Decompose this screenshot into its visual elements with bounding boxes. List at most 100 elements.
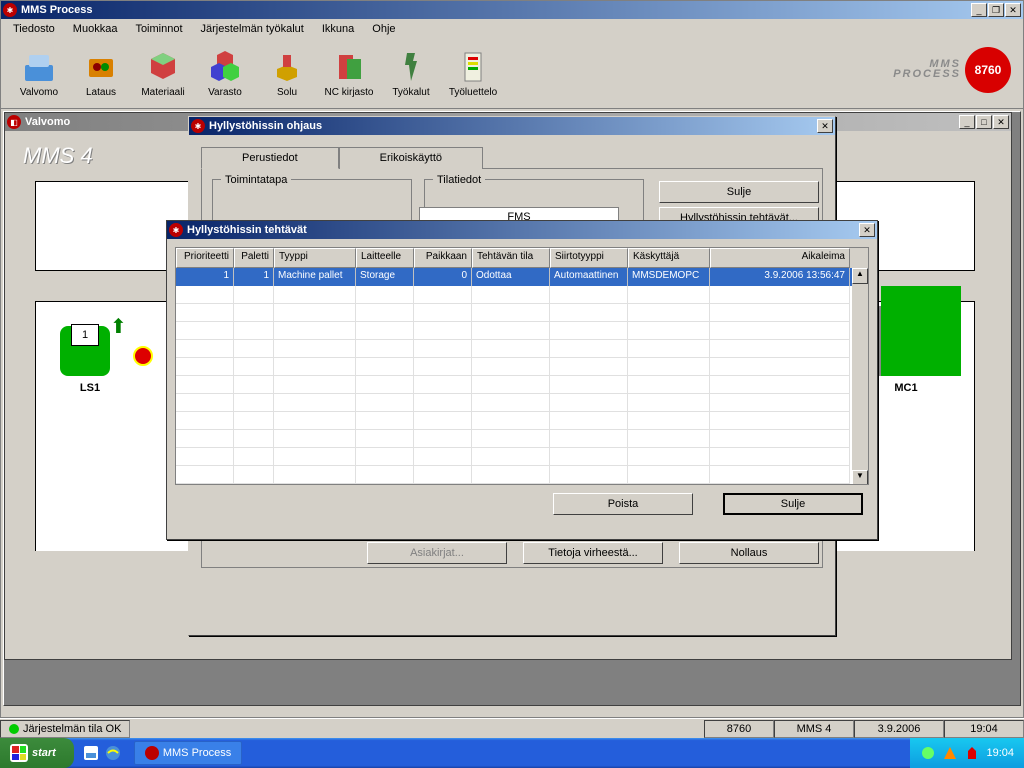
start-label: start bbox=[32, 747, 56, 759]
ohjaus-close[interactable]: ✕ bbox=[817, 119, 833, 133]
grid-scrollbar[interactable]: ▲ ▼ bbox=[852, 268, 868, 485]
task-app-icon bbox=[145, 746, 159, 760]
cell-paikkaan: 0 bbox=[414, 268, 472, 286]
valvomo-icon: ◧ bbox=[7, 115, 21, 129]
tietoja-button[interactable]: Tietoja virheestä... bbox=[523, 542, 663, 564]
col-prioriteetti[interactable]: Prioriteetti bbox=[176, 248, 234, 268]
app-icon: ✱ bbox=[3, 3, 17, 17]
status-date: 3.9.2006 bbox=[854, 720, 944, 738]
estop-icon bbox=[133, 346, 153, 366]
ohjaus-icon: ✱ bbox=[191, 119, 205, 133]
cell-tyyppi: Machine pallet bbox=[274, 268, 356, 286]
arrow-up-icon: ⬆ bbox=[110, 314, 127, 339]
menu-muokkaa[interactable]: Muokkaa bbox=[65, 21, 126, 37]
start-button[interactable]: start bbox=[0, 738, 74, 768]
status-mms: MMS 4 bbox=[774, 720, 854, 738]
ls1-number: 1 bbox=[71, 324, 99, 346]
brand-line2: PROCESS bbox=[893, 70, 961, 80]
status-text: Järjestelmän tila OK bbox=[23, 723, 121, 735]
tehtavat-icon: ✱ bbox=[169, 223, 183, 237]
tehtavat-title: Hyllystöhissin tehtävät bbox=[187, 224, 859, 236]
show-desktop-icon[interactable] bbox=[82, 744, 100, 762]
ohjaus-title: Hyllystöhissin ohjaus bbox=[209, 120, 817, 132]
task-app-label: MMS Process bbox=[163, 747, 231, 759]
col-paletti[interactable]: Paletti bbox=[234, 248, 274, 268]
toolbar-tyoluettelo[interactable]: Työluettelo bbox=[443, 43, 503, 105]
taskbar-app-button[interactable]: MMS Process bbox=[134, 741, 242, 765]
cell-kaskyttaja: MMSDEMOPC bbox=[628, 268, 710, 286]
mdi-area: ◧ Valvomo _ □ ✕ MMS 4 1 LS1 ⬆ bbox=[3, 111, 1021, 706]
tray-clock: 19:04 bbox=[986, 747, 1014, 759]
app-title-bar: ✱ MMS Process _ ❐ ✕ bbox=[1, 1, 1023, 19]
toolbar: Valvomo Lataus Materiaali Varasto Solu N… bbox=[1, 39, 1023, 109]
app-window: ✱ MMS Process _ ❐ ✕ Tiedosto Muokkaa Toi… bbox=[0, 0, 1024, 718]
tray-icon-3[interactable] bbox=[964, 745, 980, 761]
col-siirtotyyppi[interactable]: Siirtotyyppi bbox=[550, 248, 628, 268]
tab-erikoiskaytto[interactable]: Erikoiskäyttö bbox=[339, 147, 483, 169]
menu-toiminnot[interactable]: Toiminnot bbox=[127, 21, 190, 37]
ls1-label: LS1 bbox=[80, 382, 100, 394]
tab-perustiedot[interactable]: Perustiedot bbox=[201, 147, 339, 169]
machine-mc1[interactable]: MC1 bbox=[881, 306, 951, 394]
scroll-up-icon[interactable]: ▲ bbox=[852, 268, 868, 284]
asiakirjat-button[interactable]: Asiakirjat... bbox=[367, 542, 507, 564]
quick-launch bbox=[82, 744, 122, 762]
brand-logo: 8760 bbox=[965, 47, 1011, 93]
toolbar-lataus[interactable]: Lataus bbox=[71, 43, 131, 105]
grid-row-selected[interactable]: 1 1 Machine pallet Storage 0 Odottaa Aut… bbox=[176, 268, 868, 286]
col-laitteelle[interactable]: Laitteelle bbox=[356, 248, 414, 268]
status-bar: Järjestelmän tila OK 8760 MMS 4 3.9.2006… bbox=[0, 718, 1024, 738]
col-aikaleima[interactable]: Aikaleima bbox=[710, 248, 850, 268]
grid-header: Prioriteetti Paletti Tyyppi Laitteelle P… bbox=[176, 248, 868, 268]
toolbar-tyokalut[interactable]: Työkalut bbox=[381, 43, 441, 105]
tehtavat-title-bar: ✱ Hyllystöhissin tehtävät ✕ bbox=[167, 221, 877, 239]
cell-prioriteetti: 1 bbox=[176, 268, 234, 286]
minimize-button[interactable]: _ bbox=[971, 3, 987, 17]
nollaus-button[interactable]: Nollaus bbox=[679, 542, 819, 564]
tray-icon-1[interactable] bbox=[920, 745, 936, 761]
menu-ikkuna[interactable]: Ikkuna bbox=[314, 21, 362, 37]
menu-jarjestelman-tyokalut[interactable]: Järjestelmän työkalut bbox=[193, 21, 312, 37]
menu-tiedosto[interactable]: Tiedosto bbox=[5, 21, 63, 37]
app-title: MMS Process bbox=[21, 4, 971, 16]
tehtavat-window: ✱ Hyllystöhissin tehtävät ✕ Prioriteetti… bbox=[166, 220, 878, 540]
tehtavat-sulje-button[interactable]: Sulje bbox=[723, 493, 863, 515]
col-paikkaan[interactable]: Paikkaan bbox=[414, 248, 472, 268]
tasks-grid[interactable]: Prioriteetti Paletti Tyyppi Laitteelle P… bbox=[175, 247, 869, 485]
taskbar: start MMS Process 19:04 bbox=[0, 738, 1024, 768]
valvomo-maximize[interactable]: □ bbox=[976, 115, 992, 129]
ie-icon[interactable] bbox=[104, 744, 122, 762]
toolbar-materiaali[interactable]: Materiaali bbox=[133, 43, 193, 105]
tehtavat-close[interactable]: ✕ bbox=[859, 223, 875, 237]
close-button[interactable]: ✕ bbox=[1005, 3, 1021, 17]
menu-bar: Tiedosto Muokkaa Toiminnot Järjestelmän … bbox=[1, 19, 1023, 39]
col-tyyppi[interactable]: Tyyppi bbox=[274, 248, 356, 268]
tray-icon-2[interactable] bbox=[942, 745, 958, 761]
scroll-down-icon[interactable]: ▼ bbox=[852, 470, 868, 485]
col-tehtavan-tila[interactable]: Tehtävän tila bbox=[472, 248, 550, 268]
toimintatapa-legend: Toimintatapa bbox=[221, 174, 291, 186]
tilatiedot-legend: Tilatiedot bbox=[433, 174, 485, 186]
windows-logo-icon bbox=[10, 744, 28, 762]
menu-ohje[interactable]: Ohje bbox=[364, 21, 403, 37]
cell-paletti: 1 bbox=[234, 268, 274, 286]
mc1-label: MC1 bbox=[894, 382, 917, 394]
status-num: 8760 bbox=[704, 720, 774, 738]
cell-siirto: Automaattinen bbox=[550, 268, 628, 286]
sulje-button[interactable]: Sulje bbox=[659, 181, 819, 203]
toolbar-solu[interactable]: Solu bbox=[257, 43, 317, 105]
brand: MMSPROCESS 8760 bbox=[893, 47, 1011, 93]
status-time: 19:04 bbox=[944, 720, 1024, 738]
maximize-button[interactable]: ❐ bbox=[988, 3, 1004, 17]
toolbar-valvomo[interactable]: Valvomo bbox=[9, 43, 69, 105]
col-kaskyttaja[interactable]: Käskyttäjä bbox=[628, 248, 710, 268]
valvomo-close[interactable]: ✕ bbox=[993, 115, 1009, 129]
toolbar-nc-kirjasto[interactable]: NC kirjasto bbox=[319, 43, 379, 105]
toolbar-varasto[interactable]: Varasto bbox=[195, 43, 255, 105]
valvomo-minimize[interactable]: _ bbox=[959, 115, 975, 129]
poista-button[interactable]: Poista bbox=[553, 493, 693, 515]
cell-laitteelle: Storage bbox=[356, 268, 414, 286]
status-led-icon bbox=[9, 724, 19, 734]
cell-tila: Odottaa bbox=[472, 268, 550, 286]
system-tray: 19:04 bbox=[910, 738, 1024, 768]
